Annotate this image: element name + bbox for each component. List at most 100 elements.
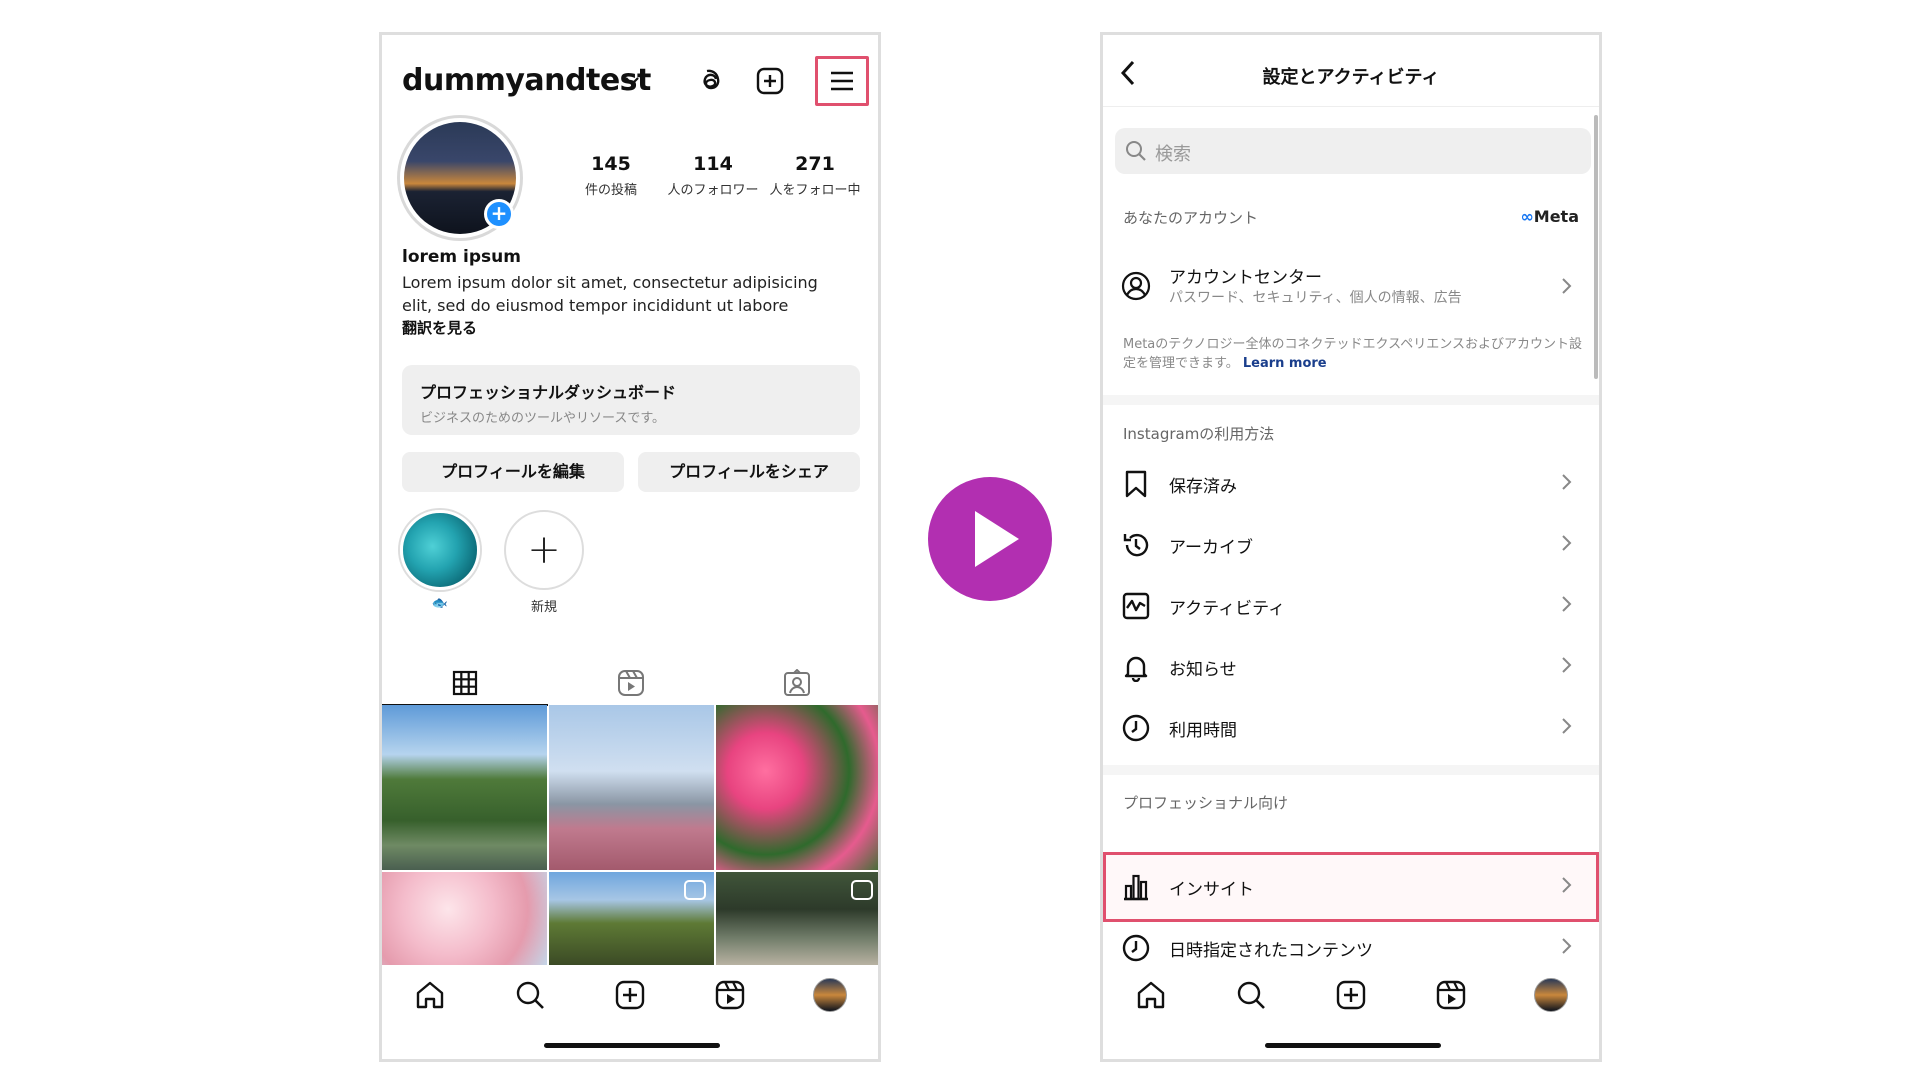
chevron-right-icon (1562, 718, 1572, 734)
create-icon[interactable] (1333, 977, 1369, 1013)
share-profile-button[interactable]: プロフィールをシェア (638, 452, 860, 492)
reels-icon[interactable] (712, 977, 748, 1013)
tab-tagged[interactable] (714, 660, 878, 705)
tab-grid[interactable] (382, 660, 548, 705)
section-how-you-use: Instagramの利用方法 (1123, 425, 1275, 443)
settings-item-label: お知らせ (1169, 660, 1237, 680)
bottom-navigation (382, 965, 878, 1025)
dashboard-subtitle: ビジネスのためのツールやリソースです。 (420, 411, 666, 426)
grid-post[interactable] (382, 872, 547, 965)
user-circle-icon (1119, 269, 1153, 303)
chevron-right-icon (1562, 877, 1572, 893)
page-title: 設定とアクティビティ (1262, 67, 1440, 88)
activity-icon (1119, 589, 1153, 623)
see-translation-link[interactable]: 翻訳を見る (402, 317, 477, 338)
chevron-right-icon (1562, 657, 1572, 673)
add-post-icon[interactable] (750, 61, 790, 101)
grid-post[interactable] (716, 872, 878, 965)
home-indicator (1265, 1043, 1441, 1048)
chevron-right-icon (1562, 278, 1572, 294)
posts-label: 件の投稿 (584, 183, 637, 198)
threads-icon[interactable] (690, 61, 730, 101)
search-input[interactable]: 検索 (1115, 128, 1591, 174)
professional-dashboard-button[interactable]: プロフェッショナルダッシュボード ビジネスのためのツールやリソースです。 (402, 365, 860, 435)
reels-icon (618, 669, 644, 696)
search-icon[interactable] (1233, 977, 1269, 1013)
section-divider (1103, 395, 1599, 405)
settings-item-label: インサイト (1169, 880, 1254, 900)
bar-chart-icon (1119, 870, 1153, 904)
section-professional: プロフェッショナル向け (1123, 794, 1289, 812)
meta-infinity-icon: ∞ (1520, 207, 1534, 226)
home-icon[interactable] (412, 977, 448, 1013)
settings-item-activity[interactable]: アクティビティ (1103, 577, 1599, 635)
bio-text: Lorem ipsum dolor sit amet, consectetur … (402, 273, 818, 315)
grid-post[interactable] (549, 705, 714, 870)
new-story-highlight[interactable]: + 新規 (504, 510, 584, 615)
account-center-title: アカウントセンター (1169, 268, 1322, 288)
chevron-down-icon[interactable] (624, 75, 640, 87)
search-icon (1126, 141, 1146, 161)
search-icon[interactable] (512, 977, 548, 1013)
play-arrow-icon (928, 477, 1052, 601)
settings-item-label: アクティビティ (1169, 599, 1286, 619)
story-highlight-label: 🐟 (431, 596, 449, 611)
dashboard-title: プロフェッショナルダッシュボード (420, 383, 677, 402)
settings-header: 設定とアクティビティ (1103, 35, 1599, 107)
chevron-right-icon (1562, 474, 1572, 490)
followers-stat[interactable]: 114 人のフォロワー (658, 153, 768, 198)
settings-item-label: アーカイブ (1169, 538, 1253, 558)
create-icon[interactable] (612, 977, 648, 1013)
section-divider (1103, 765, 1599, 775)
settings-item-time-spent[interactable]: 利用時間 (1103, 699, 1599, 757)
tab-reels[interactable] (548, 660, 714, 705)
chevron-right-icon (1562, 938, 1572, 954)
settings-item-label: 利用時間 (1169, 721, 1237, 741)
posts-stat[interactable]: 145 件の投稿 (556, 153, 666, 198)
bio-name: lorem ipsum (402, 247, 521, 267)
add-story-badge[interactable]: + (484, 199, 514, 229)
tagged-icon (784, 668, 810, 696)
home-icon[interactable] (1133, 977, 1169, 1013)
username[interactable]: dummyandtest (402, 63, 651, 98)
new-story-label: 新規 (530, 600, 557, 615)
following-count: 271 (795, 153, 835, 175)
profile-screen: dummyandtest + 145 件の投稿 114 人のフォロワー 271 … (379, 32, 881, 1062)
clock-icon (1119, 931, 1153, 965)
story-highlight[interactable]: 🐟 (400, 510, 480, 611)
chevron-right-icon (1562, 596, 1572, 612)
grid-post[interactable] (382, 705, 547, 870)
chevron-right-icon (1562, 535, 1572, 551)
scrollbar[interactable] (1594, 115, 1598, 379)
bottom-navigation (1103, 965, 1599, 1025)
reel-badge-icon (684, 880, 706, 900)
profile-tabs (382, 660, 878, 706)
settings-item-saved[interactable]: 保存済み (1103, 455, 1599, 513)
section-your-account: あなたのアカウント (1123, 209, 1259, 227)
profile-avatar-icon[interactable] (812, 977, 848, 1013)
home-indicator (544, 1043, 720, 1048)
settings-item-archive[interactable]: アーカイブ (1103, 516, 1599, 574)
settings-item-notifications[interactable]: お知らせ (1103, 638, 1599, 696)
story-highlight-image (400, 510, 480, 590)
search-placeholder: 検索 (1155, 144, 1191, 165)
settings-item-label: 日時指定されたコンテンツ (1169, 941, 1373, 961)
settings-screen: 設定とアクティビティ 検索 あなたのアカウント ∞Meta アカウントセンター … (1100, 32, 1602, 1062)
settings-item-insights[interactable]: インサイト (1103, 858, 1599, 916)
profile-header: dummyandtest (382, 35, 878, 125)
followers-count: 114 (693, 153, 733, 175)
learn-more-link[interactable]: Learn more (1243, 356, 1327, 371)
account-center-subtitle: パスワード、セキュリティ、個人の情報、広告 (1169, 290, 1462, 306)
bookmark-icon (1119, 467, 1153, 501)
clock-icon (1119, 711, 1153, 745)
profile-avatar-icon[interactable] (1533, 977, 1569, 1013)
account-center-description-text: Metaのテクノロジー全体のコネクテッドエクスペリエンスおよびアカウント設定を管… (1123, 337, 1582, 371)
meta-label: Meta (1533, 207, 1579, 226)
grid-post[interactable] (716, 705, 878, 870)
edit-profile-button[interactable]: プロフィールを編集 (402, 452, 624, 492)
hamburger-menu-icon[interactable] (822, 61, 862, 101)
archive-icon (1119, 528, 1153, 562)
grid-post[interactable] (549, 872, 714, 965)
following-stat[interactable]: 271 人をフォロー中 (760, 153, 870, 198)
reels-icon[interactable] (1433, 977, 1469, 1013)
